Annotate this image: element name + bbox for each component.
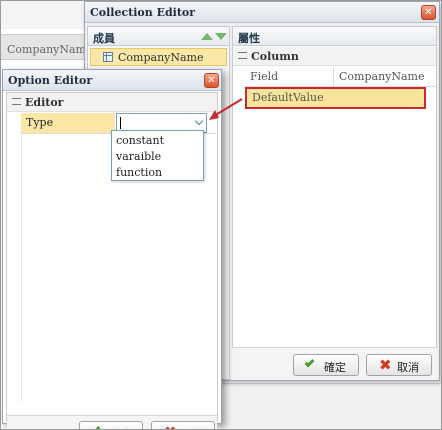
cancel-button[interactable]: ✖ 取消 — [151, 421, 215, 430]
option-editor-title: Option Editor — [8, 74, 93, 87]
dropdown-option-function[interactable]: function — [116, 166, 162, 179]
close-icon[interactable]: ✕ — [204, 73, 219, 88]
collapse-icon[interactable] — [238, 52, 247, 59]
collection-editor-titlebar[interactable]: Collection Editor ✕ — [85, 2, 439, 23]
dropdown-option-varaible[interactable]: varaible — [116, 150, 161, 163]
collapse-icon[interactable] — [12, 98, 21, 105]
check-icon — [304, 357, 315, 368]
property-name: DefaultValue — [252, 91, 324, 104]
option-editor-footer: 確定 ✖ 取消 — [7, 415, 217, 430]
collection-editor-footer: 確定 ✖ 取消 — [232, 347, 437, 380]
cancel-button[interactable]: ✖ 取消 — [366, 354, 432, 376]
column-group-label: Column — [251, 50, 299, 63]
triangle-up-icon[interactable] — [201, 33, 213, 40]
properties-header: 屬性 — [233, 27, 436, 46]
text-cursor — [120, 117, 121, 129]
type-label: Type — [21, 113, 115, 133]
members-header-label: 成員 — [93, 32, 115, 45]
property-value[interactable] — [337, 89, 438, 107]
option-editor-window: Option Editor ✕ Editor Type 確定 ✖ 取消 — [2, 69, 222, 430]
triangle-down-icon[interactable] — [215, 33, 227, 40]
x-icon: ✖ — [164, 424, 177, 430]
editor-group-label: Editor — [25, 96, 64, 109]
property-value[interactable]: CompanyName — [335, 67, 436, 86]
editor-group-row[interactable]: Editor — [7, 93, 217, 112]
ok-button[interactable]: 確定 — [79, 421, 143, 430]
chevron-down-icon[interactable] — [194, 116, 204, 126]
property-name: Field — [245, 67, 334, 86]
member-item-companyname[interactable]: CompanyName — [90, 48, 227, 66]
members-header: 成員 — [88, 27, 229, 46]
properties-panel: 屬性 Column Field CompanyName DefaultValue — [232, 26, 437, 380]
cancel-button-label: 取消 — [182, 426, 204, 430]
dropdown-option-constant[interactable]: constant — [116, 134, 164, 147]
check-icon — [90, 424, 101, 430]
ok-button[interactable]: 確定 — [293, 354, 359, 376]
option-editor-titlebar[interactable]: Option Editor ✕ — [3, 70, 221, 91]
cancel-button-label: 取消 — [397, 361, 419, 374]
ok-button-label: 確定 — [110, 426, 132, 430]
type-dropdown-list: constant varaible function — [111, 130, 204, 181]
background-header — [1, 1, 87, 29]
property-row-defaultvalue[interactable]: DefaultValue — [245, 87, 426, 109]
member-label: CompanyName — [118, 51, 204, 64]
column-icon — [103, 52, 113, 62]
ok-button-label: 確定 — [324, 361, 346, 374]
property-row-field[interactable]: Field CompanyName — [245, 67, 436, 87]
column-divider — [21, 134, 22, 402]
properties-header-label: 屬性 — [238, 32, 260, 45]
collection-editor-title: Collection Editor — [90, 6, 196, 19]
x-icon: ✖ — [379, 356, 392, 374]
column-group-row[interactable]: Column — [233, 47, 436, 66]
close-icon[interactable]: ✕ — [421, 5, 436, 20]
background-footer — [220, 383, 441, 429]
